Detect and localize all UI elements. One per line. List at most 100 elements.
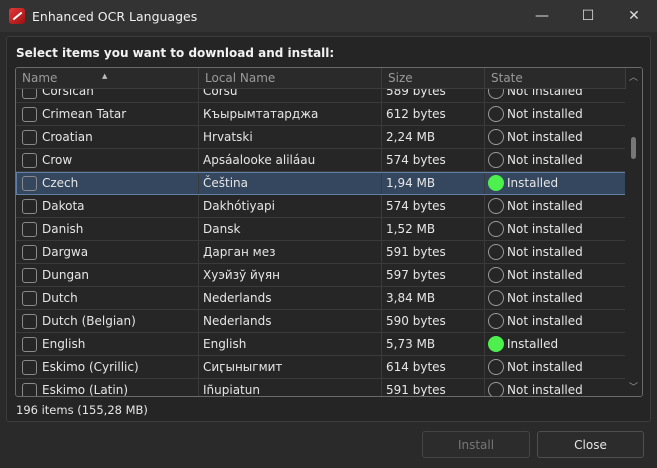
name-cell: Dungan bbox=[16, 264, 199, 286]
state-cell: Not installed bbox=[485, 379, 626, 396]
maximize-button[interactable]: ☐ bbox=[565, 0, 611, 32]
close-window-button[interactable]: ✕ bbox=[611, 0, 657, 32]
checkbox[interactable] bbox=[22, 152, 37, 168]
column-label: Name bbox=[22, 71, 58, 85]
name-cell: Crow bbox=[16, 149, 199, 171]
size-cell: 589 bytes bbox=[382, 89, 485, 102]
name-cell: Czech bbox=[16, 172, 199, 194]
table-row[interactable]: Eskimo (Cyrillic) Сиӷыныгмит 614 bytes N… bbox=[16, 356, 626, 379]
table-row[interactable]: Czech Čeština 1,94 MB Installed bbox=[16, 172, 626, 195]
checkbox[interactable] bbox=[22, 175, 37, 191]
checkbox[interactable] bbox=[22, 336, 37, 352]
checkbox[interactable] bbox=[22, 313, 37, 329]
not-installed-status-icon bbox=[488, 106, 504, 122]
table-row[interactable]: Eskimo (Latin) Iñupiatun 591 bytes Not i… bbox=[16, 379, 626, 397]
checkbox[interactable] bbox=[22, 290, 37, 306]
size-cell: 1,94 MB bbox=[382, 172, 485, 194]
scroll-up-icon[interactable]: ︿ bbox=[629, 70, 638, 83]
state-cell: Not installed bbox=[485, 310, 626, 332]
state-cell: Installed bbox=[485, 333, 626, 355]
language-name: Dakota bbox=[42, 199, 85, 213]
local-name-cell: Čeština bbox=[199, 172, 382, 194]
language-name: Crimean Tatar bbox=[42, 107, 127, 121]
table-row[interactable]: Croatian Hrvatski 2,24 MB Not installed bbox=[16, 126, 626, 149]
language-name: Dutch bbox=[42, 291, 78, 305]
checkbox[interactable] bbox=[22, 267, 37, 283]
language-name: Eskimo (Cyrillic) bbox=[42, 360, 139, 374]
size-cell: 590 bytes bbox=[382, 310, 485, 332]
state-cell: Not installed bbox=[485, 149, 626, 171]
local-name-cell: Iñupiatun bbox=[199, 379, 382, 396]
not-installed-status-icon bbox=[488, 89, 504, 99]
table-row[interactable]: English English 5,73 MB Installed bbox=[16, 333, 626, 356]
not-installed-status-icon bbox=[488, 290, 504, 306]
install-button[interactable]: Install bbox=[422, 431, 530, 458]
name-cell: Eskimo (Latin) bbox=[16, 379, 199, 397]
checkbox[interactable] bbox=[22, 89, 37, 99]
language-name: Dargwa bbox=[42, 245, 89, 259]
checkbox[interactable] bbox=[22, 359, 37, 375]
language-name: Crow bbox=[42, 153, 73, 167]
table-row[interactable]: Crimean Tatar Къырымтатарджа 612 bytes N… bbox=[16, 103, 626, 126]
size-cell: 1,52 MB bbox=[382, 218, 485, 240]
column-header-state[interactable]: State bbox=[485, 68, 626, 88]
checkbox[interactable] bbox=[22, 198, 37, 214]
name-cell: Dakota bbox=[16, 195, 199, 217]
prompt-label: Select items you want to download and in… bbox=[16, 46, 335, 60]
local-name-cell: Apsáalooke aliláau bbox=[199, 149, 382, 171]
table-row[interactable]: Crow Apsáalooke aliláau 574 bytes Not in… bbox=[16, 149, 626, 172]
local-name-cell: Dakhótiyapi bbox=[199, 195, 382, 217]
size-cell: 2,24 MB bbox=[382, 126, 485, 148]
name-cell: English bbox=[16, 333, 199, 355]
column-header-local-name[interactable]: Local Name bbox=[199, 68, 382, 88]
state-cell: Not installed bbox=[485, 264, 626, 286]
checkbox[interactable] bbox=[22, 106, 37, 122]
language-name: Eskimo (Latin) bbox=[42, 383, 129, 397]
local-name-cell: Dansk bbox=[199, 218, 382, 240]
local-name-cell: Хуэйзў йүян bbox=[199, 264, 382, 286]
vertical-scrollbar[interactable]: ︿ ﹀ bbox=[625, 68, 642, 396]
checkbox[interactable] bbox=[22, 382, 37, 396]
size-cell: 574 bytes bbox=[382, 195, 485, 217]
state-label: Not installed bbox=[507, 268, 583, 282]
size-cell: 591 bytes bbox=[382, 379, 485, 396]
table-row[interactable]: Dungan Хуэйзў йүян 597 bytes Not install… bbox=[16, 264, 626, 287]
size-cell: 574 bytes bbox=[382, 149, 485, 171]
table-row[interactable]: Dutch (Belgian) Nederlands 590 bytes Not… bbox=[16, 310, 626, 333]
language-name: Dutch (Belgian) bbox=[42, 314, 136, 328]
scrollbar-thumb[interactable] bbox=[631, 137, 636, 159]
size-cell: 591 bytes bbox=[382, 241, 485, 263]
state-label: Not installed bbox=[507, 89, 583, 98]
table-row[interactable]: Dargwa Дарган мез 591 bytes Not installe… bbox=[16, 241, 626, 264]
checkbox[interactable] bbox=[22, 129, 37, 145]
checkbox[interactable] bbox=[22, 244, 37, 260]
local-name-cell: Hrvatski bbox=[199, 126, 382, 148]
language-name: Corsican bbox=[42, 89, 94, 98]
state-cell: Installed bbox=[485, 172, 626, 194]
state-cell: Not installed bbox=[485, 287, 626, 309]
state-label: Installed bbox=[507, 176, 559, 190]
title-bar: Enhanced OCR Languages — ☐ ✕ bbox=[0, 0, 657, 32]
state-label: Not installed bbox=[507, 130, 583, 144]
state-label: Not installed bbox=[507, 107, 583, 121]
table-row[interactable]: Danish Dansk 1,52 MB Not installed bbox=[16, 218, 626, 241]
not-installed-status-icon bbox=[488, 244, 504, 260]
checkbox[interactable] bbox=[22, 221, 37, 237]
size-cell: 614 bytes bbox=[382, 356, 485, 378]
table-row[interactable]: Dakota Dakhótiyapi 574 bytes Not install… bbox=[16, 195, 626, 218]
minimize-button[interactable]: — bbox=[519, 0, 565, 32]
not-installed-status-icon bbox=[488, 267, 504, 283]
table-row[interactable]: Corsican Corsu 589 bytes Not installed bbox=[16, 89, 626, 103]
sort-ascending-icon: ▲ bbox=[102, 72, 108, 80]
state-cell: Not installed bbox=[485, 103, 626, 125]
table-row[interactable]: Dutch Nederlands 3,84 MB Not installed bbox=[16, 287, 626, 310]
local-name-cell: English bbox=[199, 333, 382, 355]
column-header-size[interactable]: Size bbox=[382, 68, 485, 88]
close-button[interactable]: Close bbox=[537, 431, 644, 458]
local-name-cell: Къырымтатарджа bbox=[199, 103, 382, 125]
scroll-down-icon[interactable]: ﹀ bbox=[629, 380, 638, 393]
column-header-name[interactable]: Name ▲ bbox=[16, 68, 199, 88]
local-name-cell: Дарган мез bbox=[199, 241, 382, 263]
not-installed-status-icon bbox=[488, 382, 504, 396]
state-cell: Not installed bbox=[485, 89, 626, 102]
